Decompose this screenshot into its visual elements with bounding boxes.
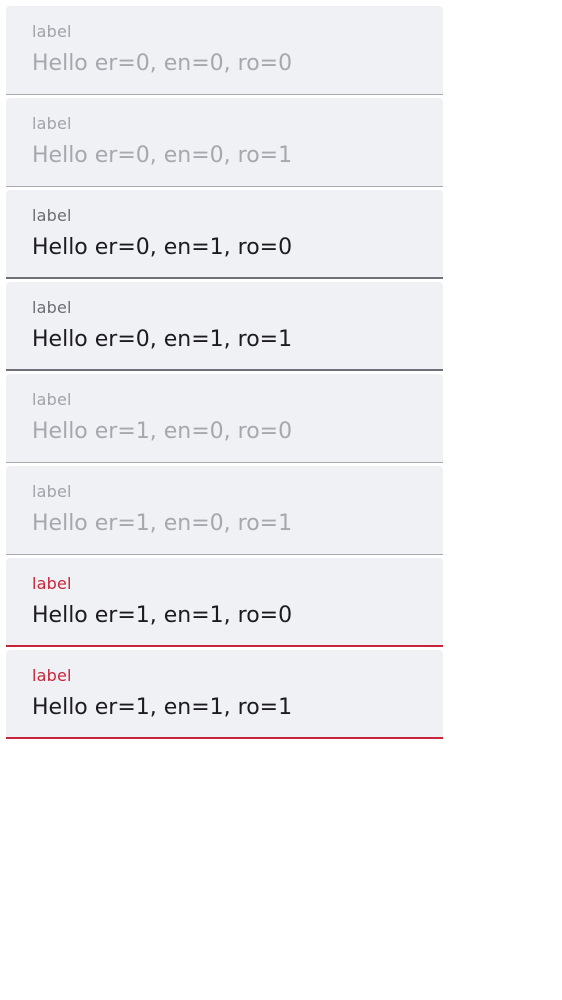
text-field-er1-en1-ro1[interactable]: label Hello er=1, en=1, ro=1 — [6, 650, 443, 739]
text-field-er0-en0-ro0: label Hello er=0, en=0, ro=0 — [6, 6, 443, 95]
text-field-er0-en0-ro1: label Hello er=0, en=0, ro=1 — [6, 98, 443, 187]
field-label: label — [32, 390, 72, 409]
field-input: Hello er=0, en=0, ro=1 — [32, 143, 293, 168]
text-field-er0-en1-ro0[interactable]: label Hello er=0, en=1, ro=0 — [6, 190, 443, 279]
field-input: Hello er=1, en=0, ro=0 — [32, 419, 293, 444]
text-field-list: label Hello er=0, en=0, ro=0 label Hello… — [6, 6, 443, 742]
text-field-er1-en0-ro0: label Hello er=1, en=0, ro=0 — [6, 374, 443, 463]
field-input: Hello er=1, en=0, ro=1 — [32, 511, 293, 536]
field-input[interactable]: Hello er=1, en=1, ro=0 — [32, 602, 292, 630]
field-input[interactable]: Hello er=1, en=1, ro=1 — [32, 694, 292, 722]
text-field-er1-en0-ro1: label Hello er=1, en=0, ro=1 — [6, 466, 443, 555]
field-label: label — [32, 22, 72, 41]
field-input[interactable]: Hello er=0, en=1, ro=1 — [32, 326, 292, 354]
text-field-er0-en1-ro1[interactable]: label Hello er=0, en=1, ro=1 — [6, 282, 443, 371]
field-label: label — [32, 482, 72, 501]
field-label: label — [32, 666, 72, 685]
field-label: label — [32, 206, 72, 225]
field-label: label — [32, 574, 72, 593]
field-label: label — [32, 114, 72, 133]
field-label: label — [32, 298, 72, 317]
text-field-er1-en1-ro0[interactable]: label Hello er=1, en=1, ro=0 — [6, 558, 443, 647]
field-input[interactable]: Hello er=0, en=1, ro=0 — [32, 234, 292, 262]
field-input: Hello er=0, en=0, ro=0 — [32, 51, 293, 76]
